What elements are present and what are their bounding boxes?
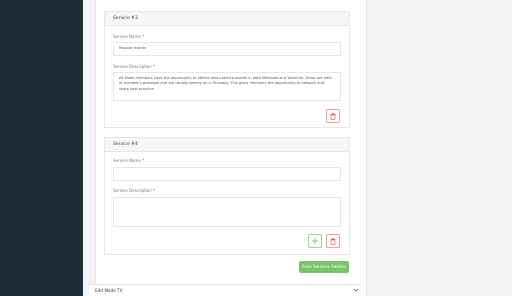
chevron-down-icon[interactable] — [353, 287, 359, 293]
trash-icon — [330, 237, 336, 245]
service-description-textarea[interactable] — [113, 197, 341, 227]
service-name-input[interactable]: Regular events — [113, 42, 341, 56]
service-card-4: Service #4 Service Name * Service Descri… — [104, 137, 350, 255]
service-description-label: Service Description * — [113, 64, 156, 69]
service-card-header: Service #4 — [105, 138, 349, 152]
service-name-label: Service Name * — [113, 34, 145, 39]
trash-icon — [330, 112, 336, 120]
delete-service-button[interactable] — [326, 234, 340, 248]
service-name-label: Service Name * — [113, 158, 145, 163]
save-services-button[interactable]: Save Services Section — [299, 261, 349, 273]
app-sidebar — [0, 0, 83, 296]
service-card-header: Service #3 — [105, 12, 349, 26]
service-description-textarea[interactable]: All Made members have the opportunity to… — [113, 72, 341, 101]
edit-made-tv-section[interactable]: Edit Made TV — [89, 284, 361, 296]
service-name-input[interactable] — [113, 167, 341, 181]
section-title: Edit Made TV — [95, 288, 123, 293]
service-card-3: Service #3 Service Name * Regular events… — [104, 11, 350, 128]
delete-service-button[interactable] — [326, 109, 340, 123]
plus-icon — [312, 238, 318, 244]
service-description-label: Service Description * — [113, 188, 156, 193]
add-service-button[interactable] — [308, 234, 322, 248]
